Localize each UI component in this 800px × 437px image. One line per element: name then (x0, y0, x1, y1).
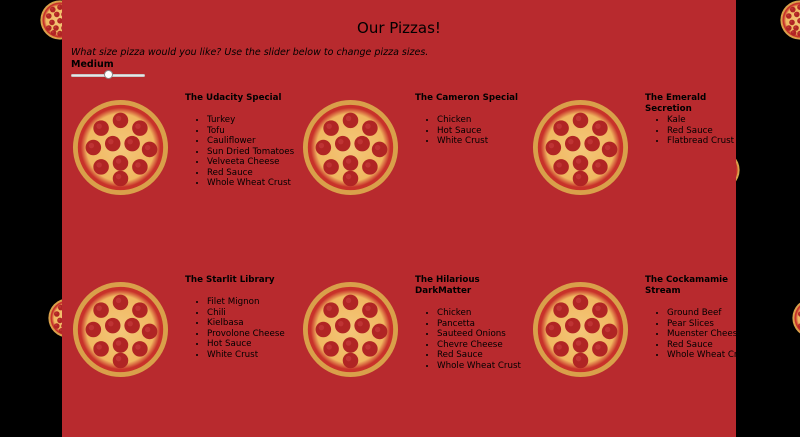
pizza-image (302, 281, 399, 382)
ingredient-item: Chevre Cheese (437, 340, 527, 351)
size-prompt: What size pizza would you like? Use the … (71, 47, 429, 58)
ingredient-item: Sauteed Onions (437, 329, 527, 340)
ingredient-item: Whole Wheat Crust (207, 178, 297, 189)
ingredient-item: Red Sauce (667, 126, 736, 137)
ingredient-list: Filet MignonChiliKielbasaProvolone Chees… (185, 297, 297, 360)
ingredient-item: Chicken (437, 308, 527, 319)
pepperoni-pizza-icon (780, 0, 800, 40)
background-pizza (792, 298, 800, 342)
ingredient-item: Whole Wheat Crust (437, 361, 527, 372)
pizza-name: The Udacity Special (185, 93, 282, 103)
ingredient-item: Red Sauce (667, 340, 736, 351)
pizza-card: The Udacity Special TurkeyTofuCauliflower… (62, 93, 294, 253)
pizza-icon (302, 281, 399, 378)
ingredient-list: Ground BeefPear SlicesMuenster CheeseRed… (645, 308, 736, 361)
pizza-name: The Cockamamie Stream (645, 275, 728, 296)
pizza-card: The Emerald SecretionKaleRed SauceFlatbr… (522, 93, 736, 253)
ingredient-list: TurkeyTofuCauliflowerSun Dried TomatoesV… (185, 115, 297, 189)
ingredient-list: ChickenPancettaSauteed OnionsChevre Chee… (415, 308, 527, 371)
ingredient-item: Turkey (207, 115, 297, 126)
pepperoni-pizza-icon (792, 302, 800, 334)
ingredient-item: Hot Sauce (437, 126, 527, 137)
background-pizza (780, 0, 800, 44)
pizza-size-slider[interactable] (71, 70, 145, 79)
pizza-page: Our Pizzas! What size pizza would you li… (62, 0, 736, 437)
ingredient-item: Flatbread Crust (667, 136, 736, 147)
ingredient-item: White Crust (207, 350, 297, 361)
pizza-card: The Hilarious DarkMatterChickenPancettaS… (292, 275, 522, 435)
ingredient-item: Pear Slices (667, 319, 736, 330)
slider-thumb[interactable] (103, 70, 113, 79)
ingredient-item: Hot Sauce (207, 339, 297, 350)
pizza-card: The Cockamamie Stream Ground BeefPear Sli… (522, 275, 736, 435)
ingredient-item: White Crust (437, 136, 527, 147)
ingredient-list: KaleRed SauceFlatbread Crust (645, 115, 736, 147)
pizza-icon (532, 281, 629, 378)
pizza-card: The Cameron SpecialChickenHot SauceWhite… (292, 93, 522, 253)
size-value-label: Medium (71, 59, 114, 70)
ingredient-item: Provolone Cheese (207, 329, 297, 340)
ingredient-item: Cauliflower (207, 136, 297, 147)
pizza-name: The Starlit Library (185, 275, 275, 285)
ingredient-item: Filet Mignon (207, 297, 297, 308)
pizza-image (302, 99, 399, 200)
ingredient-list: ChickenHot SauceWhite Crust (415, 115, 527, 147)
pizza-icon (72, 281, 169, 378)
ingredient-item: Ground Beef (667, 308, 736, 319)
ingredient-item: Whole Wheat Crust (667, 350, 736, 361)
pizza-image (72, 281, 169, 382)
pizza-image (532, 99, 629, 200)
pizza-icon (532, 99, 629, 196)
ingredient-item: Sun Dried Tomatoes (207, 147, 297, 158)
ingredient-item: Pancetta (437, 319, 527, 330)
ingredient-item: Red Sauce (207, 168, 297, 179)
ingredient-item: Muenster Cheese (667, 329, 736, 340)
pizza-icon (302, 99, 399, 196)
pizza-image (532, 281, 629, 382)
pizza-name: The Emerald Secretion (645, 93, 707, 114)
ingredient-item: Red Sauce (437, 350, 527, 361)
pizza-image (72, 99, 169, 200)
pizza-card: The Starlit LibraryFilet MignonChiliKiel… (62, 275, 292, 435)
ingredient-item: Velveeta Cheese (207, 157, 297, 168)
ingredient-item: Chili (207, 308, 297, 319)
ingredient-item: Kielbasa (207, 318, 297, 329)
pizza-name: The Hilarious DarkMatter (415, 275, 480, 296)
ingredient-item: Kale (667, 115, 736, 126)
ingredient-item: Chicken (437, 115, 527, 126)
ingredient-item: Tofu (207, 126, 297, 137)
pizza-icon (72, 99, 169, 196)
page-title: Our Pizzas! (357, 19, 441, 37)
pizza-name: The Cameron Special (415, 93, 519, 103)
